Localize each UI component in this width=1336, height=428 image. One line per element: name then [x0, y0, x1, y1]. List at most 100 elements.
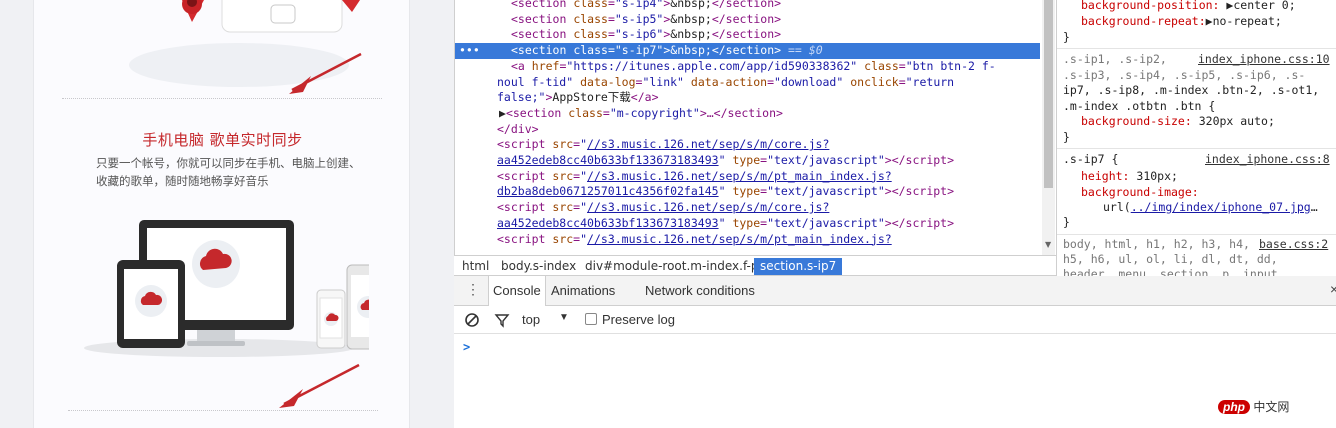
css-rule-close: } — [1063, 215, 1070, 229]
node-actions-icon[interactable]: ••• — [459, 43, 480, 59]
css-value[interactable]: center 0; — [1233, 0, 1295, 12]
dom-node[interactable]: db2ba8deb0671257011c4356f02fa145" type="… — [455, 184, 1040, 200]
code-token: = — [602, 105, 610, 120]
tab-network-conditions[interactable]: Network conditions — [641, 276, 759, 306]
code-token: " — [718, 184, 726, 199]
dom-node[interactable]: <section class="s-ip5">&nbsp;</section> — [455, 12, 1040, 28]
code-token: <section — [505, 105, 569, 120]
code-token: = — [607, 27, 615, 42]
code-token: <script — [497, 200, 553, 215]
code-token: <section — [511, 0, 574, 10]
code-token: <script — [497, 168, 553, 183]
code-token: //s3.music.126.net/sep/s/m/pt_main_index… — [587, 231, 892, 246]
code-token: onclick — [850, 74, 899, 89]
css-value[interactable]: 320px auto; — [1199, 114, 1275, 128]
code-token: <section — [511, 43, 574, 58]
breadcrumb-item-active[interactable]: section.s-ip7 — [754, 258, 843, 275]
css-property[interactable]: background-image: — [1081, 185, 1199, 199]
close-drawer-icon[interactable]: × — [1330, 282, 1336, 296]
filter-icon[interactable] — [494, 312, 510, 328]
context-selector[interactable]: top — [522, 312, 540, 327]
code-token: "s-ip4" — [614, 0, 664, 10]
clear-console-icon[interactable] — [464, 312, 480, 328]
css-value[interactable]: 310px; — [1136, 169, 1178, 183]
css-property[interactable]: background-repeat: — [1081, 14, 1206, 28]
code-token: "text/javascript" — [767, 153, 885, 167]
code-token: </a> — [630, 90, 659, 105]
css-selector: .s-ip1, .s-ip2, — [1063, 52, 1167, 66]
dom-node[interactable]: false;">AppStore下载</a> — [455, 90, 1040, 106]
styles-pane[interactable]: background-position: ▶center 0; backgrou… — [1056, 0, 1336, 276]
expand-triangle-icon: ▶ — [499, 105, 506, 120]
css-selector: .m-index .otbtn .btn { — [1063, 99, 1216, 113]
dom-node[interactable]: aa452edeb8cc40b633bf133673183493" type="… — [455, 153, 1040, 169]
dom-node[interactable]: <script src="//s3.music.126.net/sep/s/m/… — [455, 232, 1040, 248]
code-token: "link" — [642, 74, 684, 89]
css-property[interactable]: background-size: — [1081, 114, 1192, 128]
tab-animations[interactable]: Animations — [547, 276, 619, 306]
code-token: &nbsp; — [670, 11, 712, 26]
code-token: " — [718, 153, 726, 167]
code-token: " — [580, 137, 588, 152]
arrow-icon — [289, 52, 362, 94]
code-token: data-log — [580, 74, 636, 89]
code-token: "https://itunes.apple.com/app/id59033836… — [566, 58, 858, 73]
breadcrumb-item[interactable]: html — [456, 258, 495, 275]
css-source-link[interactable]: base.css:2 — [1259, 237, 1328, 251]
css-url-link[interactable]: ../img/index/iphone_07.jpg — [1131, 200, 1311, 214]
css-rule-close: } — [1063, 130, 1070, 144]
css-source-link[interactable]: index_iphone.css:10 — [1198, 52, 1330, 66]
chevron-down-icon[interactable]: ▼ — [559, 312, 569, 323]
code-token: </section> — [711, 11, 782, 26]
code-token: //s3.music.126.net/sep/s/m/core.js? — [587, 137, 830, 152]
css-selector: ip7, .s-ip8, .m-index .btn-2, .s-ot1, — [1063, 83, 1320, 97]
dom-node[interactable]: </div> — [455, 122, 1040, 138]
elements-panel[interactable]: <section class="s-ip4">&nbsp;</section> <… — [454, 0, 1040, 255]
dom-node[interactable]: <script src="//s3.music.126.net/sep/s/m/… — [455, 169, 1040, 185]
code-token: "download" — [774, 74, 844, 89]
dom-node-selected[interactable]: <section class="s-ip7">&nbsp;</section> … — [455, 43, 1040, 59]
css-property[interactable]: height: — [1081, 169, 1129, 183]
preserve-log-label[interactable]: Preserve log — [602, 312, 675, 327]
code-token: = — [607, 0, 615, 10]
code-token: href — [531, 58, 560, 73]
code-token: src — [552, 137, 574, 152]
dom-node[interactable]: <section class="s-ip6">&nbsp;</section> — [455, 27, 1040, 43]
dom-node[interactable]: ▶<section class="m-copyright">…</section… — [455, 106, 1040, 122]
breadcrumb: html body.s-index div#module-root.m-inde… — [454, 255, 1056, 276]
css-property[interactable]: background-position: — [1081, 0, 1219, 12]
code-token: //s3.music.126.net/sep/s/m/core.js? — [587, 200, 830, 215]
code-token: class — [568, 105, 603, 120]
dom-node[interactable]: <script src="//s3.music.126.net/sep/s/m/… — [455, 200, 1040, 216]
code-token: &nbsp; — [670, 43, 712, 58]
code-token: db2ba8deb0671257011c4356f02fa145 — [497, 184, 719, 199]
dotted-divider — [68, 410, 378, 411]
css-selector: .s-ip7 { — [1063, 152, 1119, 166]
dom-node[interactable]: noul f-tid" data-log="link" data-action=… — [455, 75, 1040, 91]
css-source-link[interactable]: index_iphone.css:8 — [1205, 152, 1330, 166]
code-token: </section> — [711, 43, 782, 58]
code-token: = — [607, 43, 615, 58]
breadcrumb-item[interactable]: body.s-index — [495, 258, 582, 275]
code-token: src — [552, 231, 574, 246]
css-value[interactable]: no-repeat; — [1213, 14, 1282, 28]
dom-node[interactable]: <section class="s-ip4">&nbsp;</section> — [455, 0, 1040, 12]
console-output[interactable]: > — [454, 334, 1336, 428]
code-token: ></script> — [884, 215, 955, 230]
breadcrumb-item[interactable]: div#module-root.m-index.f-pr — [579, 258, 769, 275]
code-token: false;" — [497, 90, 546, 105]
code-token: src — [552, 200, 574, 215]
scrollbar-thumb[interactable] — [1044, 0, 1053, 188]
dom-node[interactable]: <script src="//s3.music.126.net/sep/s/m/… — [455, 137, 1040, 153]
preserve-log-checkbox[interactable] — [585, 313, 597, 325]
tab-console[interactable]: Console — [488, 276, 546, 306]
code-token: aa452edeb8cc40b633bf133673183493 — [497, 153, 719, 167]
console-prompt-icon[interactable]: > — [463, 340, 470, 354]
code-token: >…</section> — [699, 105, 783, 120]
scroll-down-icon[interactable]: ▼ — [1045, 240, 1051, 249]
drawer-menu-icon[interactable]: ⋮ — [466, 282, 480, 296]
dom-node[interactable]: aa452edeb8cc40b633bf133673183493" type="… — [455, 216, 1040, 232]
elements-scrollbar[interactable]: ▼ — [1042, 0, 1055, 255]
dom-node[interactable]: <a href = "https://itunes.apple.com/app/id… — [455, 59, 1040, 75]
